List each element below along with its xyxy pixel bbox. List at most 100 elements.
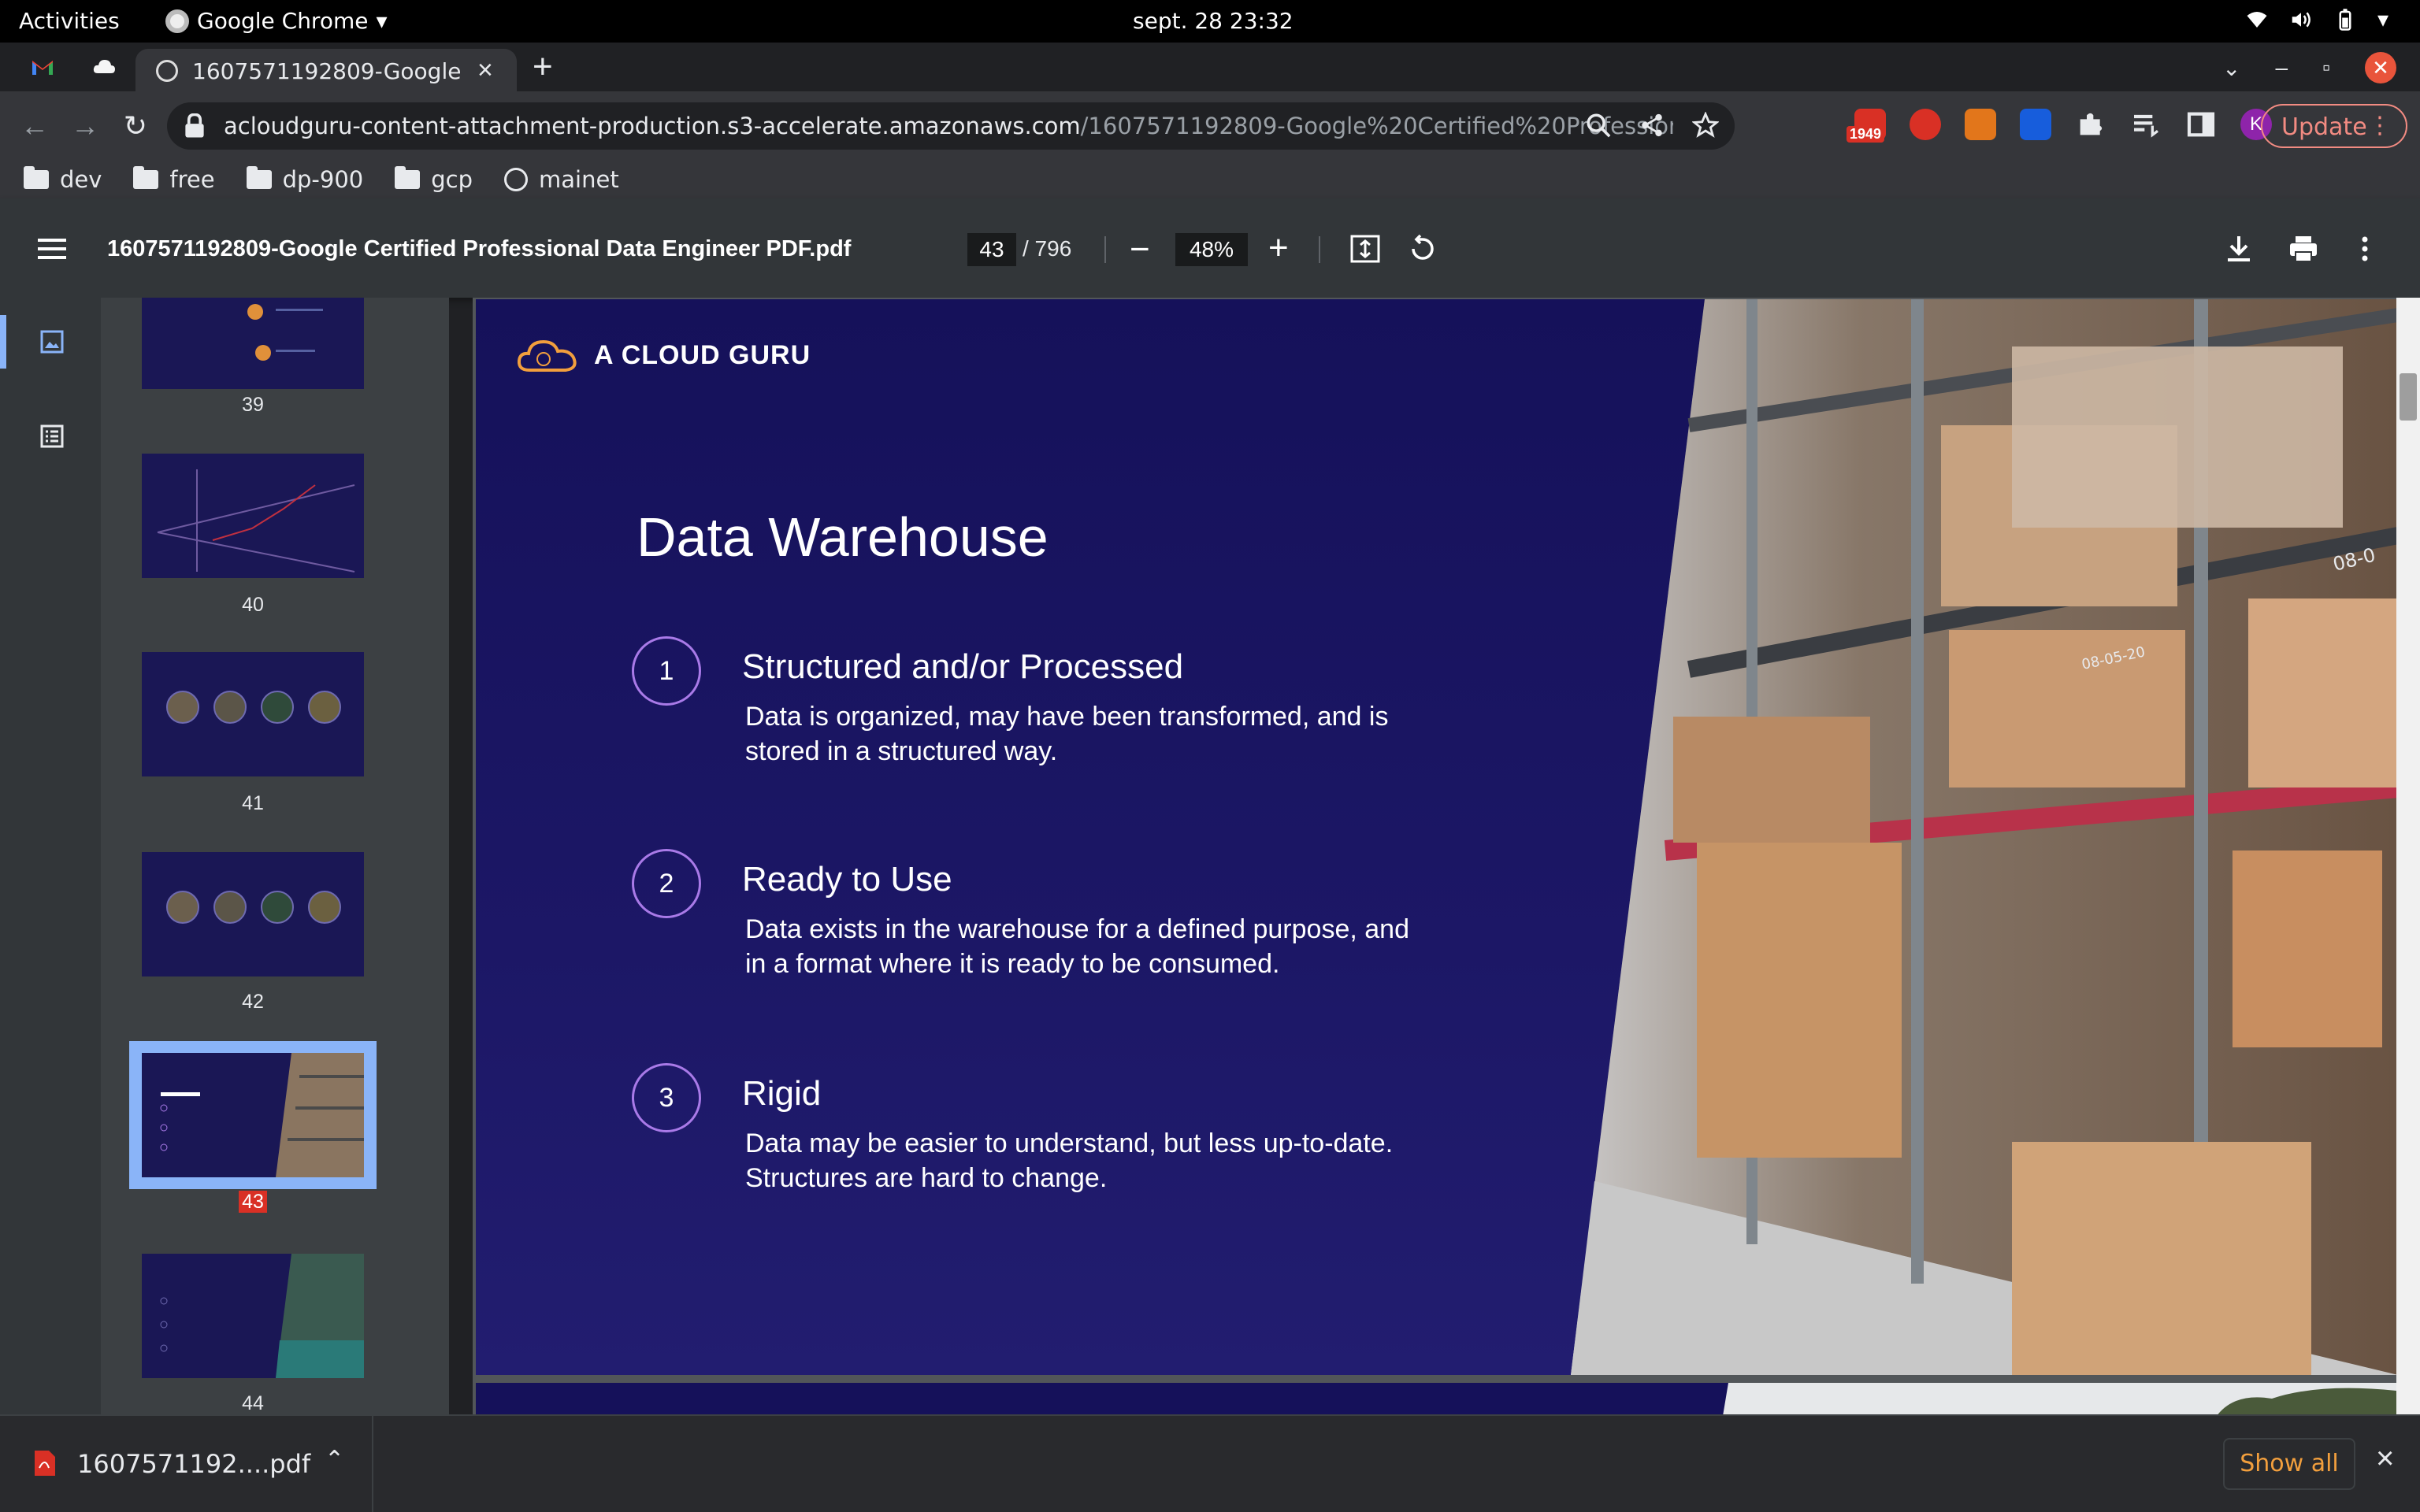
bookmark-folder-dp-900[interactable]: dp-900 bbox=[246, 166, 364, 193]
zoom-out-button[interactable]: − bbox=[1130, 230, 1150, 269]
pdf-file-icon bbox=[35, 1451, 55, 1476]
more-vert-icon[interactable] bbox=[2355, 233, 2374, 265]
activities-button[interactable]: Activities bbox=[19, 8, 120, 34]
item-heading: Ready to Use bbox=[742, 860, 952, 899]
bookmark-folder-free[interactable]: free bbox=[133, 166, 215, 193]
maximize-button[interactable]: ▫ bbox=[2322, 55, 2330, 80]
active-indicator bbox=[0, 315, 6, 369]
thumbnail-content bbox=[247, 304, 323, 361]
clock[interactable]: sept. 28 23:32 bbox=[1133, 8, 1294, 34]
download-icon[interactable] bbox=[2223, 233, 2255, 265]
pdf-sidebar: 39 40 41 42 43 44 bbox=[0, 298, 449, 1414]
pdf-page: 08-0 08-05-20 A CLOUD GURU Data Warehous… bbox=[476, 299, 2396, 1375]
lock-icon[interactable] bbox=[183, 113, 206, 139]
forward-button[interactable]: → bbox=[68, 109, 102, 143]
brand-name: A CLOUD GURU bbox=[594, 339, 811, 370]
zoom-in-button[interactable]: + bbox=[1268, 228, 1289, 268]
bookmark-folder-gcp[interactable]: gcp bbox=[395, 166, 473, 193]
print-icon[interactable] bbox=[2288, 233, 2319, 265]
thumbnail-page-number: 42 bbox=[242, 991, 264, 1013]
system-tray[interactable]: ▾ bbox=[2245, 6, 2388, 32]
cloud-logo-icon bbox=[517, 339, 577, 372]
outline-icon[interactable] bbox=[39, 424, 65, 449]
tab-active[interactable]: 1607571192809-Google C × bbox=[135, 49, 517, 91]
hand-extension-icon[interactable] bbox=[1910, 109, 1941, 140]
window-close-button[interactable]: ✕ bbox=[2365, 52, 2396, 83]
reading-list-icon[interactable] bbox=[2130, 109, 2162, 140]
zoom-input[interactable]: 48% bbox=[1175, 233, 1248, 266]
bookmark-star-icon[interactable] bbox=[1692, 112, 1719, 139]
tab-title: 1607571192809-Google C bbox=[192, 58, 468, 84]
page-thumbnail[interactable] bbox=[142, 298, 364, 389]
tab-strip: 1607571192809-Google C × + ⌄ – ▫ ✕ bbox=[0, 43, 2420, 91]
notification-badge: 1949 bbox=[1847, 126, 1885, 143]
bookmark-folder-dev[interactable]: dev bbox=[24, 166, 102, 193]
item-heading: Rigid bbox=[742, 1074, 822, 1113]
thumbnails-icon[interactable] bbox=[39, 329, 65, 354]
item-body: Data may be easier to understand, but le… bbox=[745, 1128, 1394, 1193]
item-body: Data exists in the warehouse for a defin… bbox=[745, 914, 1409, 979]
page-thumbnail-selected[interactable] bbox=[142, 1053, 364, 1177]
volume-icon bbox=[2292, 12, 2311, 27]
page-thumbnail[interactable] bbox=[142, 454, 364, 578]
download-item[interactable]: 1607571192....pdf ⌃ bbox=[0, 1416, 373, 1512]
pdf-viewer: 08-0 08-05-20 A CLOUD GURU Data Warehous… bbox=[473, 298, 2420, 1414]
step-number: 1 bbox=[632, 636, 701, 706]
globe-icon bbox=[504, 168, 529, 191]
metamask-icon[interactable] bbox=[1965, 109, 1996, 140]
pdf-filename: 1607571192809-Google Certified Professio… bbox=[107, 236, 852, 261]
selected-page-number: 43 bbox=[239, 1191, 267, 1213]
next-page-photo bbox=[1723, 1383, 2396, 1414]
page-thumbnail[interactable] bbox=[142, 652, 364, 776]
page-thumbnail[interactable] bbox=[142, 1254, 364, 1378]
update-label: Update bbox=[2281, 113, 2367, 141]
gmail-icon[interactable] bbox=[30, 54, 55, 80]
omnibox-actions bbox=[1585, 112, 1719, 139]
side-panel-icon[interactable] bbox=[2185, 109, 2217, 140]
bitwarden-icon[interactable] bbox=[2020, 109, 2051, 140]
tab-search-icon[interactable]: ⌄ bbox=[2222, 55, 2240, 81]
menu-icon[interactable] bbox=[38, 238, 66, 260]
pdf-page-next bbox=[476, 1383, 2396, 1414]
puzzle-extensions-icon[interactable] bbox=[2075, 109, 2106, 140]
page-thumbnail[interactable] bbox=[142, 852, 364, 976]
chrome-icon bbox=[165, 9, 189, 33]
step-number: 2 bbox=[632, 849, 701, 918]
pdf-toolbar: 1607571192809-Google Certified Professio… bbox=[0, 198, 2420, 298]
back-button[interactable]: ← bbox=[17, 109, 52, 143]
app-menu[interactable]: Google Chrome ▾ bbox=[165, 8, 388, 34]
cloud-icon[interactable] bbox=[91, 54, 117, 80]
thumbnail-content bbox=[160, 1053, 364, 1177]
window-controls: ⌄ – ▫ ✕ bbox=[2222, 52, 2396, 83]
wifi-icon bbox=[2247, 11, 2267, 28]
viewer-scrollbar[interactable] bbox=[2396, 298, 2420, 1414]
bookmark-label: dev bbox=[60, 166, 102, 193]
divider bbox=[1104, 236, 1106, 263]
step-number: 3 bbox=[632, 1063, 701, 1132]
new-tab-button[interactable]: + bbox=[533, 47, 553, 87]
folder-icon bbox=[395, 166, 421, 189]
url-text[interactable]: acloudguru-content-attachment-production… bbox=[224, 113, 1673, 139]
bookmark-mainet[interactable]: mainet bbox=[504, 166, 619, 193]
divider bbox=[1319, 236, 1320, 263]
gmail-checker-extension-icon[interactable]: 1949 bbox=[1847, 109, 1886, 143]
item-heading: Structured and/or Processed bbox=[742, 647, 1184, 686]
close-icon[interactable]: × bbox=[2376, 1441, 2394, 1477]
minimize-button[interactable]: – bbox=[2275, 55, 2288, 80]
fit-page-icon[interactable] bbox=[1350, 235, 1380, 263]
close-icon[interactable]: × bbox=[477, 55, 493, 86]
share-icon[interactable] bbox=[1639, 112, 1665, 139]
address-bar[interactable]: acloudguru-content-attachment-production… bbox=[167, 102, 1735, 150]
sidebar-rail bbox=[0, 298, 101, 1414]
chevron-up-icon[interactable]: ⌃ bbox=[325, 1446, 344, 1473]
bookmark-label: dp-900 bbox=[282, 166, 364, 193]
viewer-scrollbar-thumb[interactable] bbox=[2400, 373, 2417, 421]
rotate-icon[interactable] bbox=[1407, 233, 1438, 265]
bookmark-label: free bbox=[169, 166, 215, 193]
show-all-button[interactable]: Show all bbox=[2223, 1438, 2355, 1490]
reload-button[interactable]: ↻ bbox=[118, 109, 153, 143]
brand-logo: A CLOUD GURU bbox=[517, 335, 811, 375]
zoom-icon[interactable] bbox=[1585, 112, 1612, 139]
update-button[interactable]: Update ⋮ bbox=[2261, 104, 2407, 148]
page-number-input[interactable]: 43 bbox=[967, 233, 1016, 266]
